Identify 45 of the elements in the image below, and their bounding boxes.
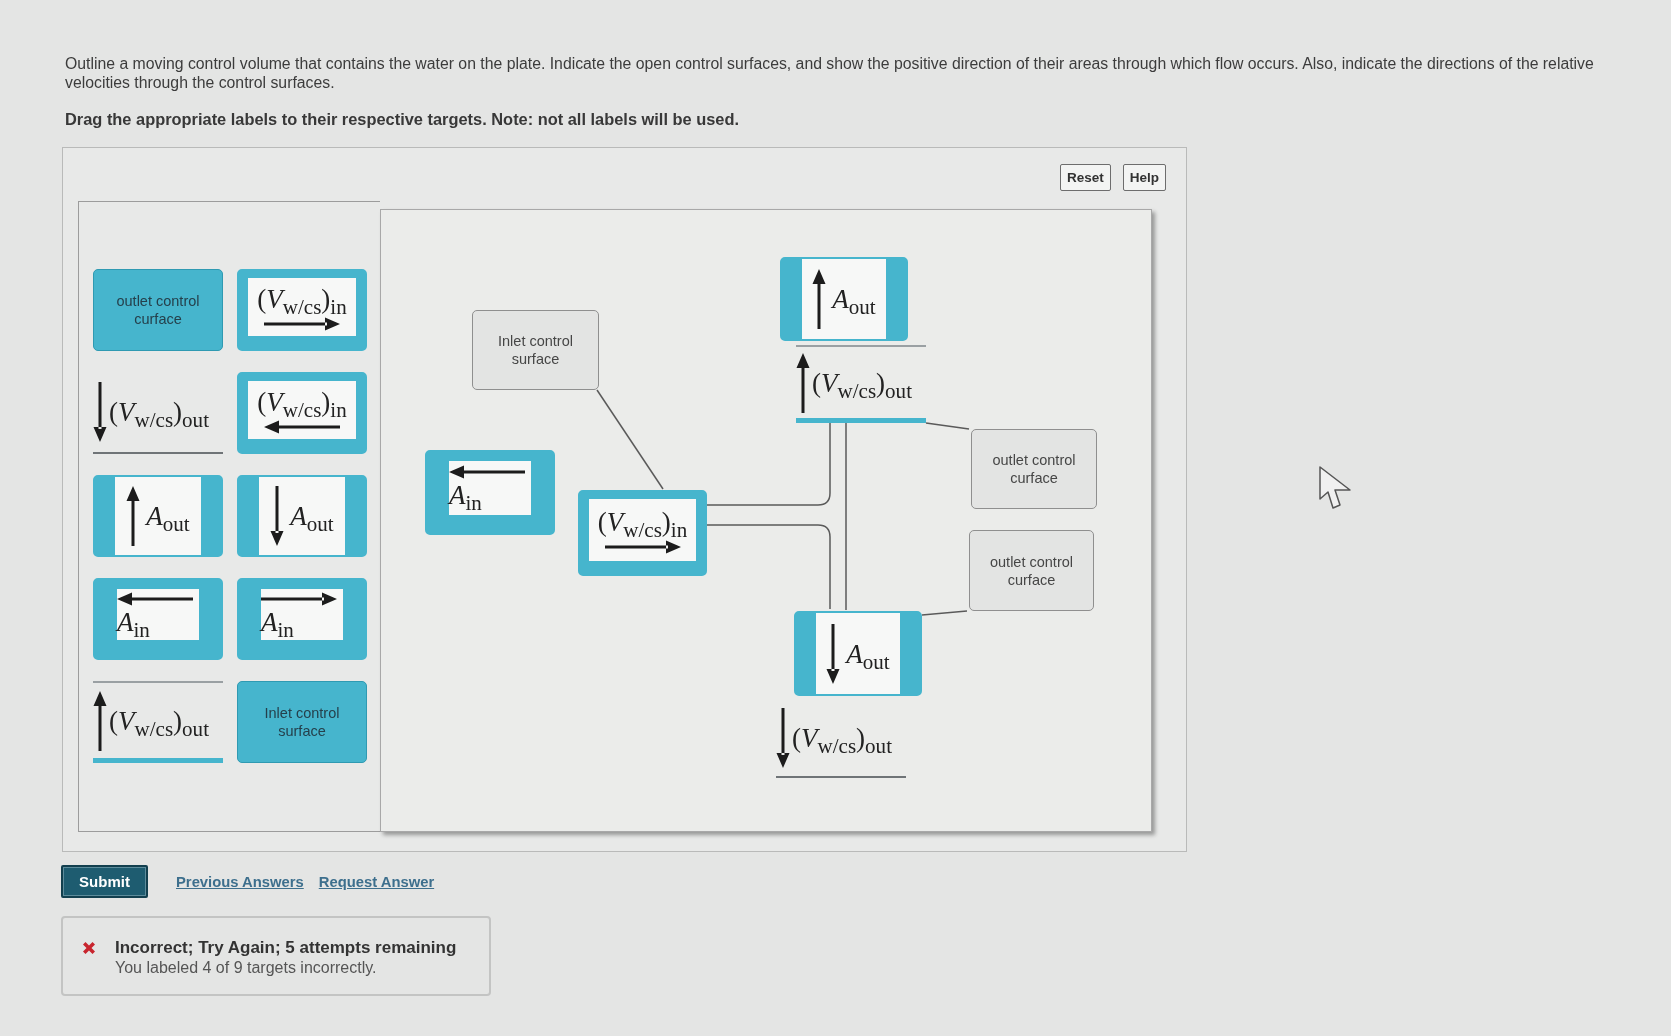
down-arrow-icon [270, 486, 285, 546]
drag-label[interactable]: outlet control curface [93, 269, 223, 351]
right-arrow-icon [604, 540, 681, 554]
drag-label[interactable]: A$_{in}$ [93, 578, 223, 660]
down-arrow-icon [776, 708, 790, 768]
drag-label[interactable]: (V$_{w/cs}$)$_{out}$ [776, 700, 906, 778]
drag-label[interactable]: Inlet control surface [237, 681, 367, 763]
left-arrow-icon [117, 591, 193, 606]
answer-link[interactable]: Request Answer [318, 873, 435, 890]
drag-label[interactable]: (V$_{w/cs}$)$_{out}$ [93, 681, 223, 763]
leader-line [921, 610, 968, 616]
right-arrow-icon [264, 317, 340, 331]
cursor-icon [1319, 466, 1352, 509]
down-arrow-icon [93, 382, 107, 442]
up-arrow-icon [93, 690, 107, 751]
instruction-text: Outline a moving control volume that contains the water on the plate. Indicate the open control surfaces, and show the positive direction of their areas through which flow occurs. Also, indicate the directions of the relative velocities through the control surfaces. [65, 54, 1595, 92]
answer-link[interactable]: Previous Answers [176, 873, 304, 890]
left-arrow-icon [264, 420, 340, 434]
down-arrow-icon [826, 623, 841, 684]
drag-label[interactable]: A$_{in}$ [425, 450, 555, 535]
drag-label[interactable]: A$_{in}$ [237, 578, 367, 660]
up-arrow-icon [126, 486, 141, 546]
drag-label[interactable]: (V$_{w/cs}$)$_{in}$ [237, 372, 367, 454]
drag-label[interactable]: (V$_{w/cs}$)$_{in}$ [578, 490, 707, 576]
up-arrow-icon [796, 352, 810, 413]
tool-button[interactable]: Help [1122, 164, 1166, 191]
left-arrow-icon [449, 465, 525, 479]
drag-label[interactable]: outlet control curface [969, 530, 1094, 611]
drag-label[interactable]: A$_{out}$ [794, 611, 922, 696]
drag-label[interactable]: outlet control curface [971, 429, 1097, 509]
right-arrow-icon [261, 591, 337, 606]
tool-button[interactable]: Reset [1059, 164, 1111, 191]
feedback-title: Incorrect; Try Again; 5 attempts remaining [115, 937, 457, 958]
submit-button[interactable]: Submit [61, 865, 148, 898]
drag-label[interactable]: (V$_{w/cs}$)$_{out}$ [93, 372, 223, 454]
up-arrow-icon [812, 269, 827, 329]
drag-label[interactable]: A$_{out}$ [780, 257, 908, 341]
drag-label[interactable]: (V$_{w/cs}$)$_{in}$ [237, 269, 367, 351]
leader-line [925, 422, 970, 430]
drag-instruction: Drag the appropriate labels to their respective targets. Note: not all labels will be used. [65, 109, 740, 129]
drag-label[interactable]: Inlet control surface [472, 310, 599, 390]
drag-label[interactable]: (V$_{w/cs}$)$_{out}$ [796, 345, 926, 423]
drag-label[interactable]: A$_{out}$ [93, 475, 223, 557]
drag-label[interactable]: A$_{out}$ [237, 475, 367, 557]
feedback-detail: You labeled 4 of 9 targets incorrectly. [115, 958, 378, 978]
